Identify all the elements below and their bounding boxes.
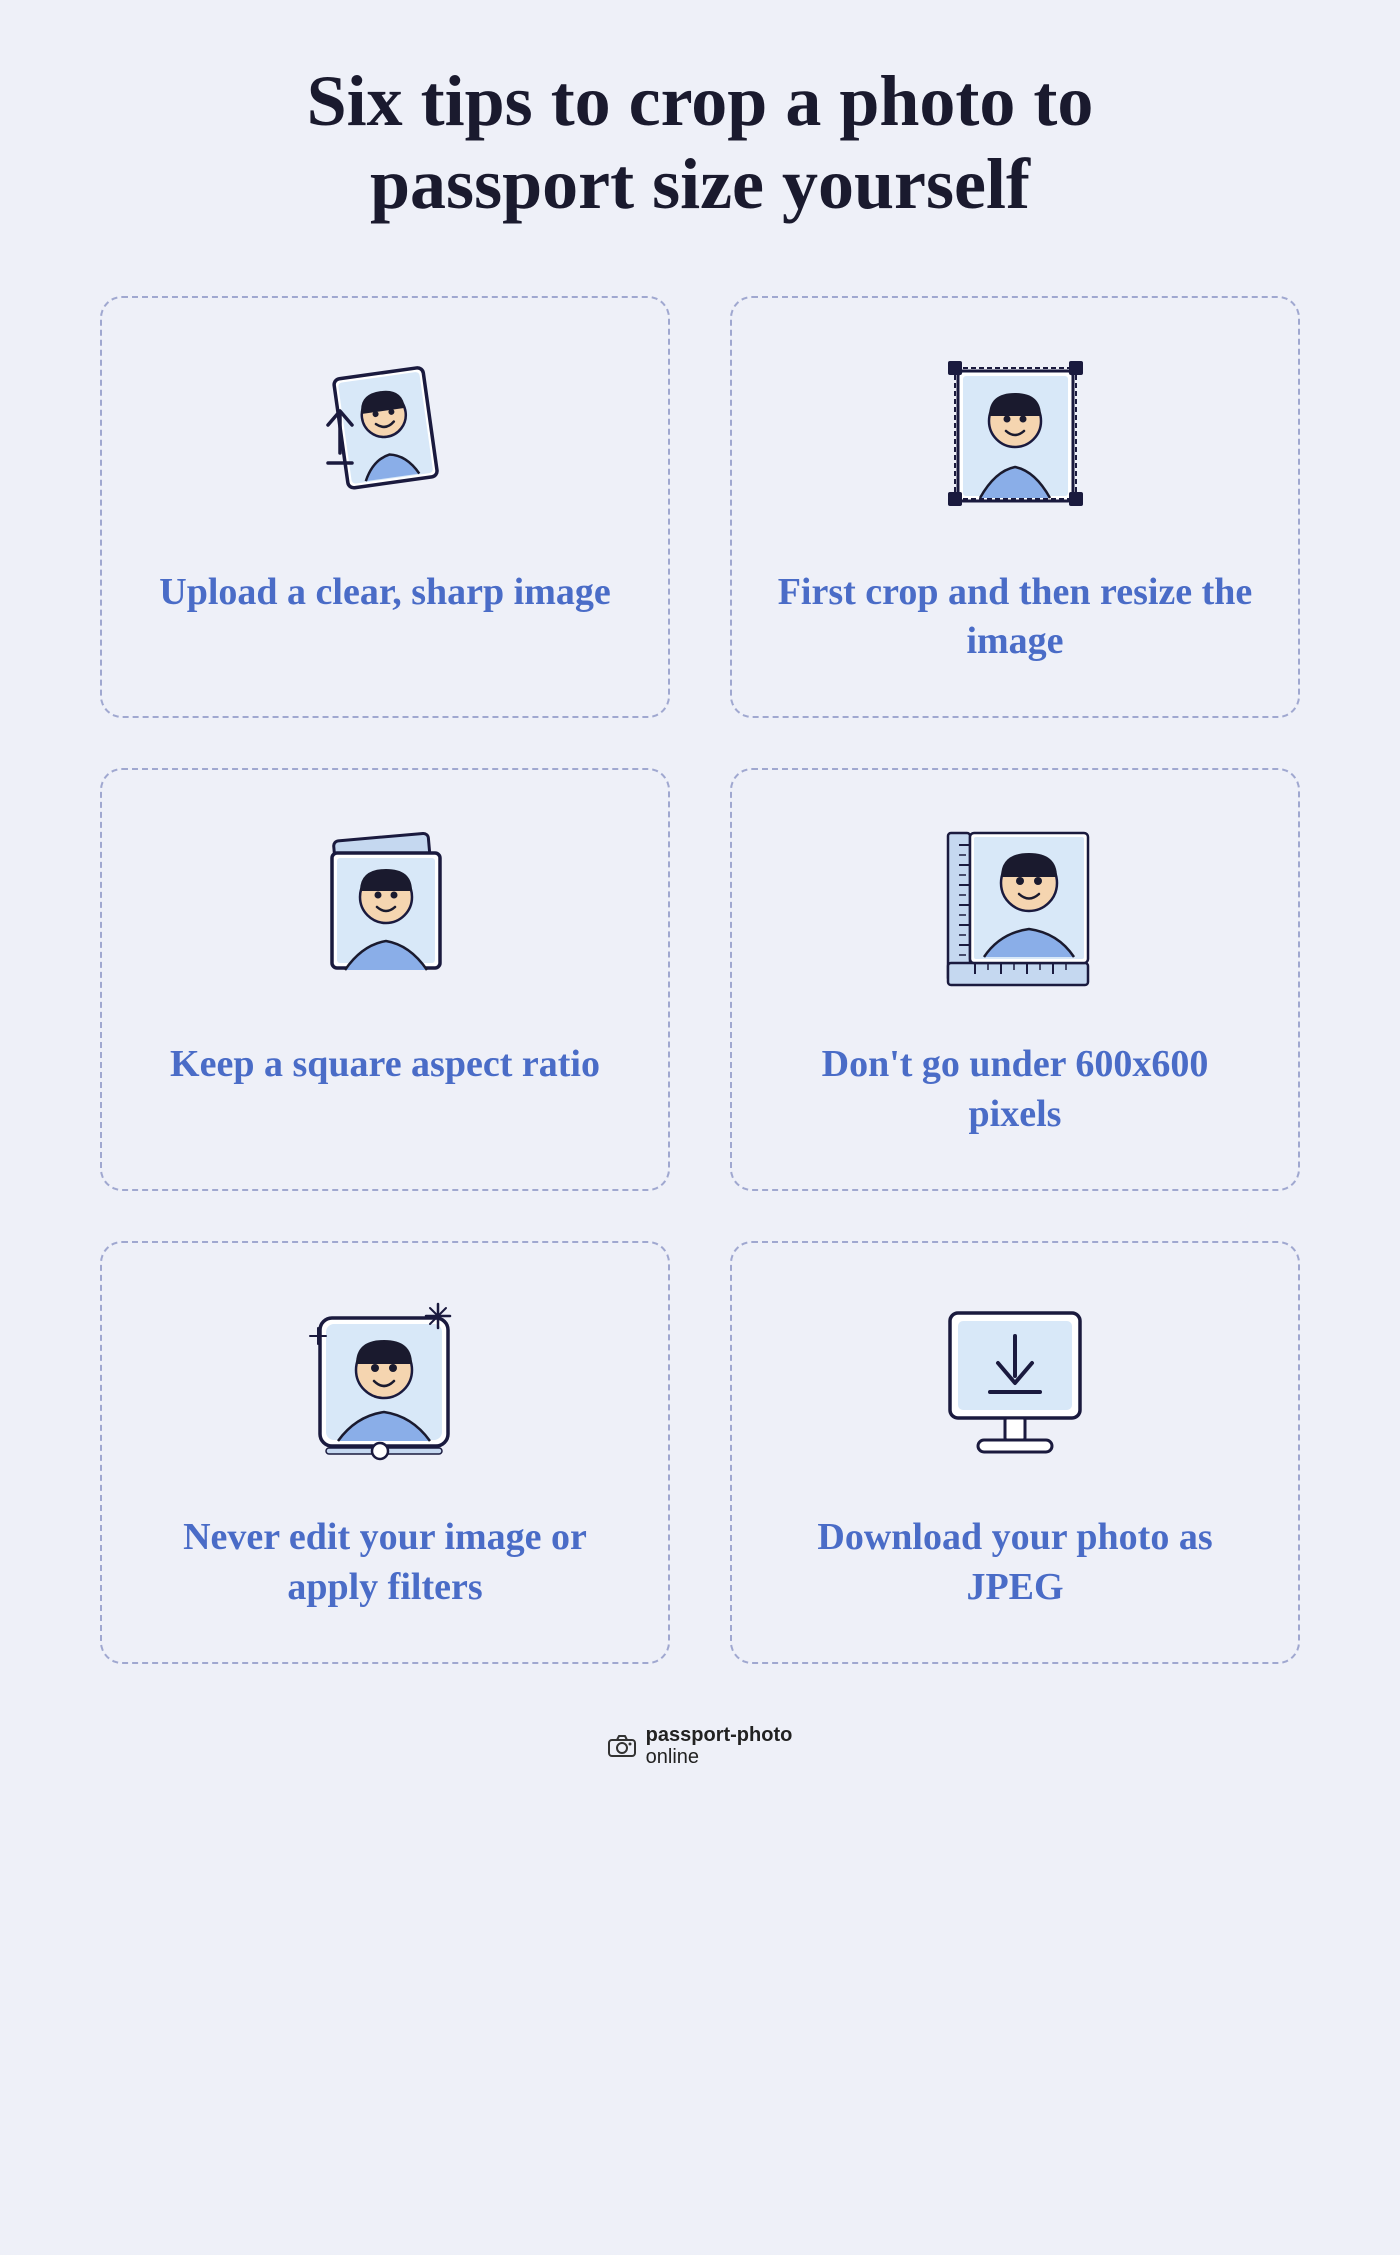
- tips-grid: Upload a clear, sharp image: [100, 296, 1300, 1664]
- tip-label-2: First crop and then resize the image: [772, 568, 1258, 667]
- tip-card-2: First crop and then resize the image: [730, 296, 1300, 719]
- square-aspect-icon: [285, 810, 485, 1010]
- brand-name: passport-photo: [646, 1724, 793, 1746]
- upload-photo-icon: [285, 338, 485, 538]
- tip-label-4: Don't go under 600x600 pixels: [772, 1040, 1258, 1139]
- tip-label-5: Never edit your image or apply filters: [142, 1513, 628, 1612]
- footer: passport-photo online: [608, 1724, 793, 1768]
- download-jpeg-icon: [915, 1283, 1115, 1483]
- tip-label-6: Download your photo as JPEG: [772, 1513, 1258, 1612]
- crop-resize-icon: [915, 338, 1115, 538]
- brand-logo: passport-photo online: [608, 1724, 793, 1768]
- tip-card-4: Don't go under 600x600 pixels: [730, 768, 1300, 1191]
- tip-label-3: Keep a square aspect ratio: [170, 1040, 600, 1089]
- tip-card-5: Never edit your image or apply filters: [100, 1241, 670, 1664]
- brand-sub: online: [646, 1746, 699, 1768]
- tip-label-1: Upload a clear, sharp image: [159, 568, 610, 617]
- page-title: Six tips to crop a photo to passport siz…: [250, 60, 1150, 226]
- no-filter-icon: [285, 1283, 485, 1483]
- tip-card-1: Upload a clear, sharp image: [100, 296, 670, 719]
- tip-card-6: Download your photo as JPEG: [730, 1241, 1300, 1664]
- tip-card-3: Keep a square aspect ratio: [100, 768, 670, 1191]
- pixels-icon: [915, 810, 1115, 1010]
